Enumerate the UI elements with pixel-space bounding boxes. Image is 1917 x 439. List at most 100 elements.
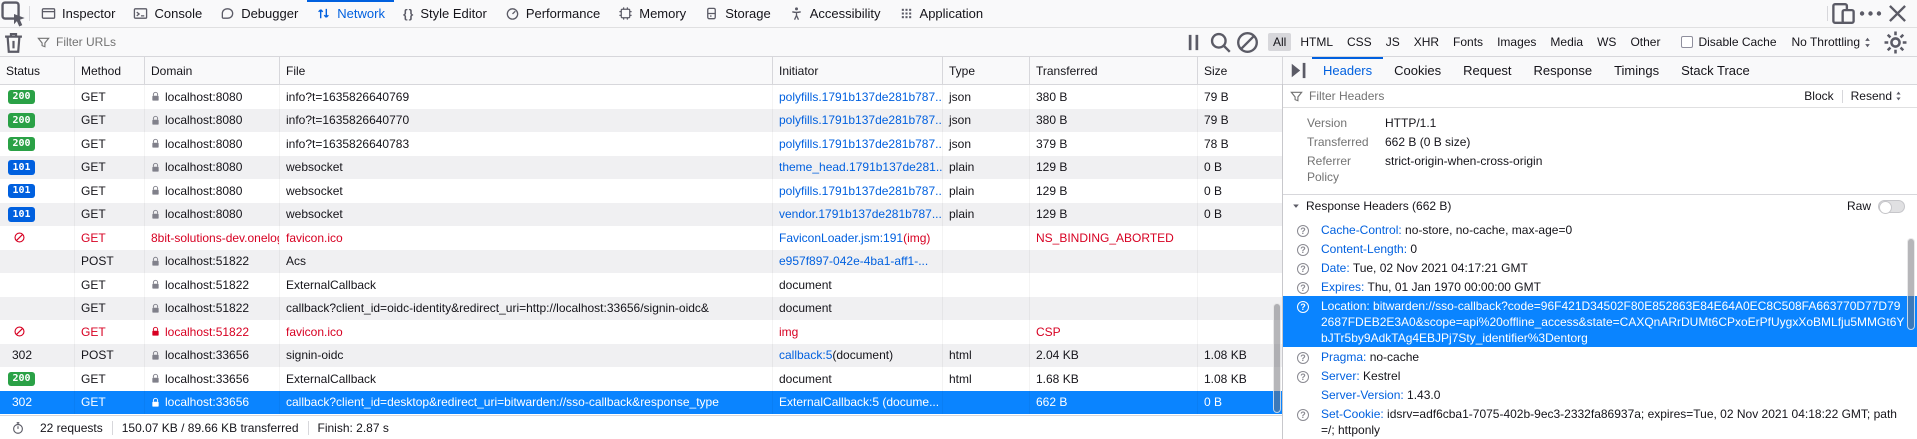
table-row[interactable]: 101GETlocalhost:8080websocketvendor.1791… bbox=[0, 203, 1282, 227]
table-row[interactable]: POSTlocalhost:51822Acse957f897-042e-4ba1… bbox=[0, 250, 1282, 274]
block-requests-button[interactable] bbox=[1234, 29, 1261, 56]
lock-icon bbox=[151, 326, 160, 337]
column-header-domain[interactable]: Domain bbox=[145, 57, 280, 84]
file-text: info?t=1635826640769 bbox=[286, 90, 409, 104]
column-header-transferred[interactable]: Transferred bbox=[1030, 57, 1198, 84]
tab-memory[interactable]: Memory bbox=[609, 0, 695, 27]
column-header-type[interactable]: Type bbox=[943, 57, 1030, 84]
table-row[interactable]: GET8bit-solutions-dev.onelogin....favico… bbox=[0, 226, 1282, 250]
raw-label: Raw bbox=[1847, 199, 1871, 213]
table-row[interactable]: 200GETlocalhost:33656ExternalCallbackdoc… bbox=[0, 367, 1282, 391]
column-header-method[interactable]: Method bbox=[75, 57, 145, 84]
tab-style-editor[interactable]: {}Style Editor bbox=[394, 0, 496, 27]
table-row[interactable]: 302POSTlocalhost:33656signin-oidccallbac… bbox=[0, 344, 1282, 368]
response-header-row[interactable]: Set-Cookie: idsrv=adf6cba1-7075-402b-9ec… bbox=[1283, 404, 1917, 439]
disable-cache-checkbox[interactable]: Disable Cache bbox=[1672, 35, 1781, 49]
response-header-row[interactable]: Location: bitwarden://sso-callback?code=… bbox=[1283, 296, 1917, 347]
pause-recording-button[interactable] bbox=[1180, 29, 1207, 56]
tab-network[interactable]: Network bbox=[307, 0, 394, 27]
clear-requests-button[interactable] bbox=[0, 29, 27, 56]
detail-tab-response[interactable]: Response bbox=[1523, 57, 1604, 84]
table-row[interactable]: 200GETlocalhost:8080info?t=1635826640769… bbox=[0, 85, 1282, 109]
filter-other[interactable]: Other bbox=[1625, 33, 1665, 51]
filter-all[interactable]: All bbox=[1268, 33, 1291, 51]
request-list-scrollbar[interactable] bbox=[1273, 303, 1281, 413]
response-header-row[interactable]: Pragma: no-cache bbox=[1283, 347, 1917, 366]
response-header-row[interactable]: Cache-Control: no-store, no-cache, max-a… bbox=[1283, 220, 1917, 239]
style-editor-icon: {} bbox=[403, 7, 414, 21]
resend-button[interactable]: Resend bbox=[1843, 89, 1911, 103]
header-value: no-cache bbox=[1370, 350, 1419, 364]
response-header-row[interactable]: Content-Length: 0 bbox=[1283, 239, 1917, 258]
response-header-row[interactable]: Expires: Thu, 01 Jan 1970 00:00:00 GMT bbox=[1283, 277, 1917, 296]
pick-element-button[interactable] bbox=[0, 0, 27, 27]
detail-tab-headers[interactable]: Headers bbox=[1312, 57, 1383, 84]
tab-inspector[interactable]: Inspector bbox=[32, 0, 124, 27]
devtools-menu-button[interactable] bbox=[1857, 0, 1884, 27]
tab-accessibility[interactable]: Accessibility bbox=[780, 0, 890, 27]
response-header-row[interactable]: Server: Kestrel bbox=[1283, 366, 1917, 385]
memory-icon bbox=[618, 6, 633, 21]
response-header-row[interactable]: Date: Tue, 02 Nov 2021 04:17:21 GMT bbox=[1283, 258, 1917, 277]
initiator-text[interactable]: polyfills.1791b137de281b787... bbox=[779, 137, 943, 151]
domain-cell: localhost:51822 bbox=[145, 250, 280, 274]
blocked-icon bbox=[13, 325, 26, 338]
table-row[interactable]: 302GETlocalhost:33656callback?client_id=… bbox=[0, 391, 1282, 415]
table-row[interactable]: GETlocalhost:51822callback?client_id=oid… bbox=[0, 297, 1282, 321]
response-headers-section[interactable]: Response Headers (662 B) Raw bbox=[1283, 194, 1917, 217]
initiator-text[interactable]: polyfills.1791b137de281b787... bbox=[779, 113, 943, 127]
tab-label: Inspector bbox=[62, 6, 115, 21]
column-header-size[interactable]: Size bbox=[1198, 57, 1283, 84]
headers-scrollbar[interactable] bbox=[1907, 238, 1915, 330]
block-url-button[interactable]: Block bbox=[1796, 89, 1841, 103]
performance-analysis-button[interactable] bbox=[4, 421, 31, 435]
responsive-design-button[interactable] bbox=[1830, 0, 1857, 27]
detail-tab-cookies[interactable]: Cookies bbox=[1383, 57, 1452, 84]
search-button[interactable] bbox=[1207, 29, 1234, 56]
tab-debugger[interactable]: Debugger bbox=[211, 0, 307, 27]
toggle-panel-button[interactable] bbox=[1285, 57, 1312, 84]
method-cell: GET bbox=[75, 85, 145, 109]
tab-storage[interactable]: Storage bbox=[695, 0, 780, 27]
filter-css[interactable]: CSS bbox=[1342, 33, 1377, 51]
raw-toggle[interactable] bbox=[1878, 200, 1905, 213]
updown-arrows-icon bbox=[1894, 90, 1903, 102]
filter-urls-input[interactable]: Filter URLs bbox=[32, 35, 1180, 50]
response-headers-list: Cache-Control: no-store, no-cache, max-a… bbox=[1283, 217, 1917, 439]
tab-console[interactable]: Console bbox=[124, 0, 211, 27]
detail-tab-timings[interactable]: Timings bbox=[1603, 57, 1670, 84]
throttling-dropdown[interactable]: No Throttling bbox=[1787, 35, 1877, 49]
column-header-initiator[interactable]: Initiator bbox=[773, 57, 943, 84]
initiator-text[interactable]: polyfills.1791b137de281b787... bbox=[779, 184, 943, 198]
filter-fonts[interactable]: Fonts bbox=[1448, 33, 1488, 51]
table-row[interactable]: 200GETlocalhost:8080info?t=1635826640770… bbox=[0, 109, 1282, 133]
size-cell bbox=[1198, 273, 1282, 297]
initiator-text[interactable]: FaviconLoader.jsm:191 bbox=[779, 231, 903, 245]
table-row[interactable]: GETlocalhost:51822ExternalCallbackdocume… bbox=[0, 273, 1282, 297]
filter-images[interactable]: Images bbox=[1492, 33, 1541, 51]
tab-application[interactable]: Application bbox=[890, 0, 993, 27]
initiator-text[interactable]: e957f897-042e-4ba1-aff1-... bbox=[779, 254, 928, 268]
table-row[interactable]: 200GETlocalhost:8080info?t=1635826640783… bbox=[0, 132, 1282, 156]
table-row[interactable]: GETlocalhost:51822favicon.icoimgCSP bbox=[0, 320, 1282, 344]
filter-media[interactable]: Media bbox=[1545, 33, 1588, 51]
filter-js[interactable]: JS bbox=[1381, 33, 1405, 51]
table-row[interactable]: 101GETlocalhost:8080websockettheme_head.… bbox=[0, 156, 1282, 180]
initiator-text[interactable]: theme_head.1791b137de281... bbox=[779, 160, 943, 174]
filter-html[interactable]: HTML bbox=[1295, 33, 1338, 51]
response-header-row[interactable]: Server-Version: 1.43.0 bbox=[1283, 385, 1917, 404]
initiator-text[interactable]: polyfills.1791b137de281b787... bbox=[779, 90, 943, 104]
network-settings-button[interactable] bbox=[1882, 29, 1909, 56]
initiator-text[interactable]: callback:5 bbox=[779, 348, 832, 362]
detail-tab-request[interactable]: Request bbox=[1452, 57, 1522, 84]
detail-tab-stack-trace[interactable]: Stack Trace bbox=[1670, 57, 1761, 84]
initiator-text[interactable]: vendor.1791b137de281b787... bbox=[779, 207, 942, 221]
close-devtools-button[interactable] bbox=[1884, 0, 1911, 27]
question-icon bbox=[1297, 260, 1321, 276]
column-header-status[interactable]: Status bbox=[0, 57, 75, 84]
filter-ws[interactable]: WS bbox=[1592, 33, 1621, 51]
table-row[interactable]: 101GETlocalhost:8080websocketpolyfills.1… bbox=[0, 179, 1282, 203]
filter-xhr[interactable]: XHR bbox=[1409, 33, 1444, 51]
tab-performance[interactable]: Performance bbox=[496, 0, 609, 27]
column-header-file[interactable]: File bbox=[280, 57, 773, 84]
